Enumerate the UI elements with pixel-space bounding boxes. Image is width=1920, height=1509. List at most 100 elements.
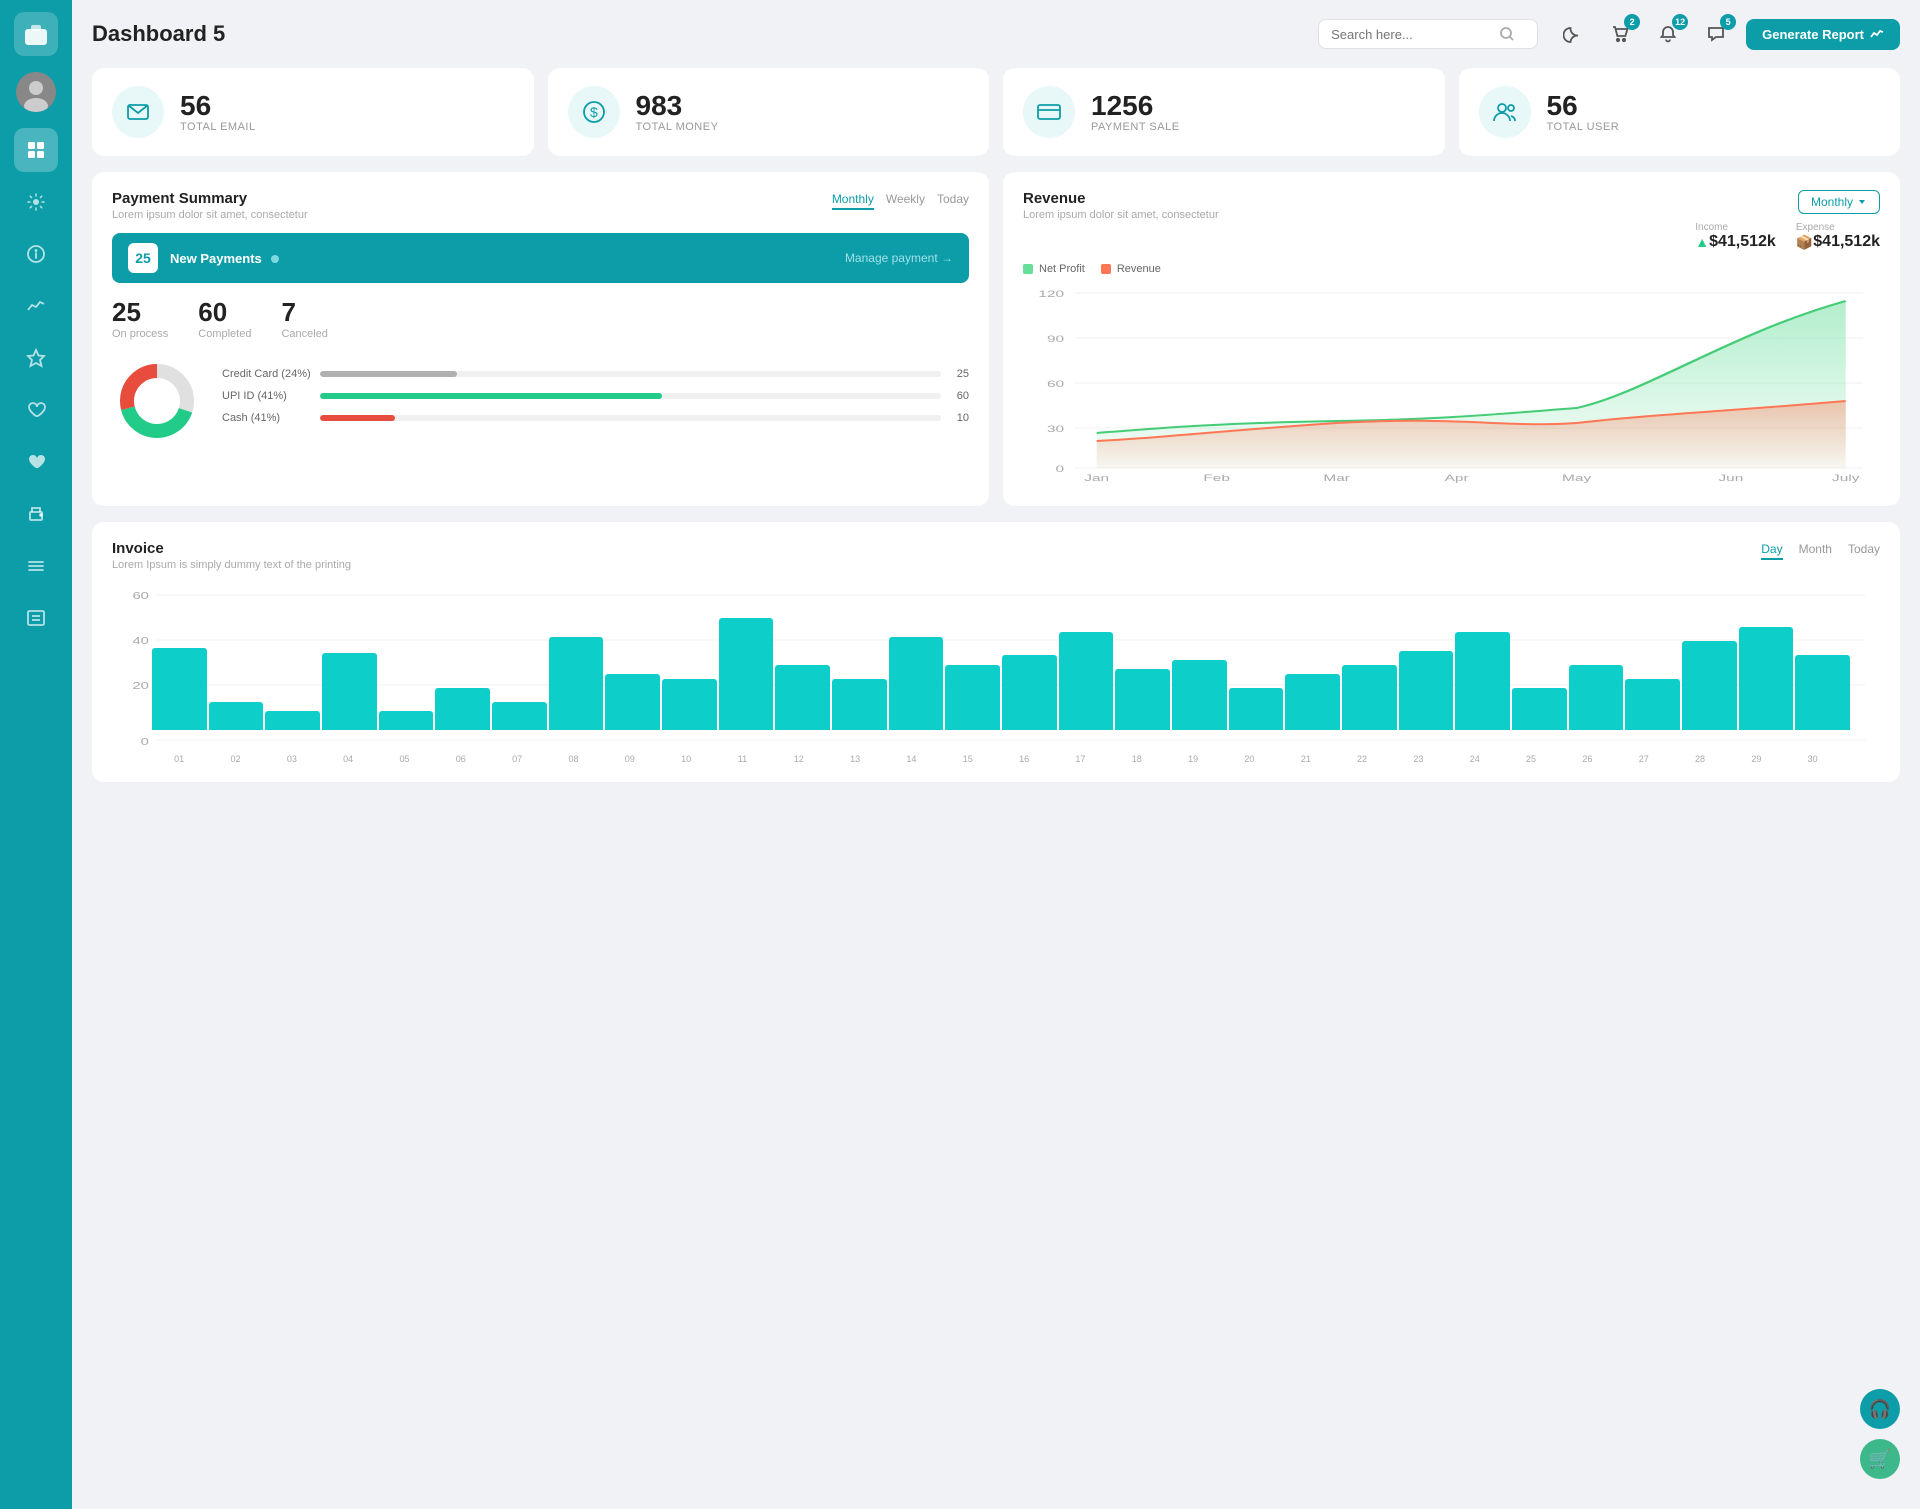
bar-item: [379, 711, 434, 730]
invoice-bars-wrapper: [112, 590, 1880, 750]
invoice-tabs: Day Month Today: [1761, 540, 1880, 560]
x-label: 27: [1617, 754, 1671, 764]
bar-item: [1229, 688, 1284, 730]
income-label: Income: [1695, 222, 1776, 233]
x-label: 26: [1560, 754, 1614, 764]
chat-icon-btn[interactable]: 5: [1698, 16, 1734, 52]
sidebar-item-print[interactable]: [14, 492, 58, 536]
sidebar-item-analytics[interactable]: [14, 284, 58, 328]
svg-text:120: 120: [1038, 289, 1064, 299]
tab-today[interactable]: Today: [937, 190, 969, 210]
dark-mode-toggle[interactable]: [1554, 16, 1590, 52]
tab-day[interactable]: Day: [1761, 540, 1782, 560]
on-process-label: On process: [112, 328, 168, 340]
stat-card-user: 56 TOTAL USER: [1459, 68, 1901, 156]
search-input[interactable]: [1331, 27, 1491, 42]
tab-weekly[interactable]: Weekly: [886, 190, 925, 210]
pb-credit-fill: [320, 371, 457, 377]
legend-net-profit: Net Profit: [1023, 263, 1085, 275]
bell-icon-btn[interactable]: 12: [1650, 16, 1686, 52]
sidebar-item-settings[interactable]: [14, 180, 58, 224]
x-label: 04: [321, 754, 375, 764]
bar-item: [1512, 688, 1567, 730]
x-label: 22: [1335, 754, 1389, 764]
sidebar-logo[interactable]: [14, 12, 58, 56]
generate-report-button[interactable]: Generate Report: [1746, 19, 1900, 50]
cart-icon-btn[interactable]: 2: [1602, 16, 1638, 52]
payment-label: PAYMENT SALE: [1091, 121, 1180, 133]
tab-today-invoice[interactable]: Today: [1848, 540, 1880, 560]
sidebar-item-dashboard[interactable]: [14, 128, 58, 172]
money-count: 983: [636, 91, 719, 122]
cart-badge: 2: [1624, 14, 1640, 30]
email-count: 56: [180, 91, 256, 122]
net-profit-label: Net Profit: [1039, 263, 1085, 275]
np-dot: [271, 255, 279, 263]
bar-item: [719, 618, 774, 730]
bar-item: [209, 702, 264, 730]
header: Dashboard 5 2 12 5 Generate Report: [92, 16, 1900, 52]
x-label: 28: [1673, 754, 1727, 764]
tab-month[interactable]: Month: [1799, 540, 1832, 560]
sidebar-item-list[interactable]: [14, 596, 58, 640]
expense-val: $41,512k: [1813, 233, 1880, 251]
bar-item: [1739, 627, 1794, 730]
stats-row: 56 TOTAL EMAIL $ 983 TOTAL MONEY 1256 PA…: [92, 68, 1900, 156]
bar-item: [889, 637, 944, 730]
x-label: 20: [1222, 754, 1276, 764]
stat-card-money: $ 983 TOTAL MONEY: [548, 68, 990, 156]
completed-label: Completed: [198, 328, 251, 340]
revenue-legend: Net Profit Revenue: [1023, 263, 1880, 275]
bar-item: [605, 674, 660, 730]
header-icons: 2 12 5 Generate Report: [1554, 16, 1900, 52]
sidebar-item-info[interactable]: [14, 232, 58, 276]
income-stat: Income ▲ $41,512k: [1695, 222, 1776, 251]
pb-upi-track: [320, 393, 941, 399]
pb-credit-track: [320, 371, 941, 377]
bell-badge: 12: [1672, 14, 1688, 30]
cart-float-button[interactable]: 🛒: [1860, 1439, 1900, 1479]
sidebar-item-favorites[interactable]: [14, 336, 58, 380]
x-label: 06: [434, 754, 488, 764]
x-label: 05: [377, 754, 431, 764]
pb-cash: Cash (41%) 10: [222, 412, 969, 424]
chat-badge: 5: [1720, 14, 1736, 30]
tab-monthly[interactable]: Monthly: [832, 190, 874, 210]
x-label: 23: [1391, 754, 1445, 764]
payment-icon: [1023, 86, 1075, 138]
bar-item: [322, 653, 377, 730]
x-label: 17: [1053, 754, 1107, 764]
x-label: 11: [715, 754, 769, 764]
bar-item: [549, 637, 604, 730]
svg-text:Jan: Jan: [1084, 473, 1109, 483]
sidebar-item-menu[interactable]: [14, 544, 58, 588]
money-icon: $: [568, 86, 620, 138]
x-label: 08: [546, 754, 600, 764]
pb-upi-val: 60: [949, 390, 969, 402]
bar-item: [435, 688, 490, 730]
bar-item: [1059, 632, 1114, 730]
x-label: 30: [1786, 754, 1840, 764]
page-title: Dashboard 5: [92, 21, 1302, 47]
revenue-monthly-button[interactable]: Monthly: [1798, 190, 1880, 214]
x-label: 07: [490, 754, 544, 764]
support-float-button[interactable]: 🎧: [1860, 1389, 1900, 1429]
manage-payment-link[interactable]: Manage payment →: [845, 251, 953, 265]
sidebar-item-heart[interactable]: [14, 388, 58, 432]
bar-item: [1285, 674, 1340, 730]
canceled-label: Canceled: [281, 328, 327, 340]
payment-summary-card: Payment Summary Lorem ipsum dolor sit am…: [92, 172, 989, 506]
search-bar[interactable]: [1318, 19, 1538, 49]
invoice-title: Invoice: [112, 540, 351, 557]
email-icon: [112, 86, 164, 138]
revenue-card: Revenue Lorem ipsum dolor sit amet, cons…: [1003, 172, 1900, 506]
invoice-header: Invoice Lorem Ipsum is simply dummy text…: [112, 540, 1880, 571]
search-icon: [1499, 26, 1515, 42]
svg-text:Feb: Feb: [1203, 473, 1230, 483]
avatar[interactable]: [16, 72, 56, 112]
sidebar-item-heart2[interactable]: [14, 440, 58, 484]
payment-summary-subtitle: Lorem ipsum dolor sit amet, consectetur: [112, 209, 308, 221]
bar-item: [945, 665, 1000, 730]
progress-bars: Credit Card (24%) 25 UPI ID (41%) 60: [222, 368, 969, 434]
email-label: TOTAL EMAIL: [180, 121, 256, 133]
